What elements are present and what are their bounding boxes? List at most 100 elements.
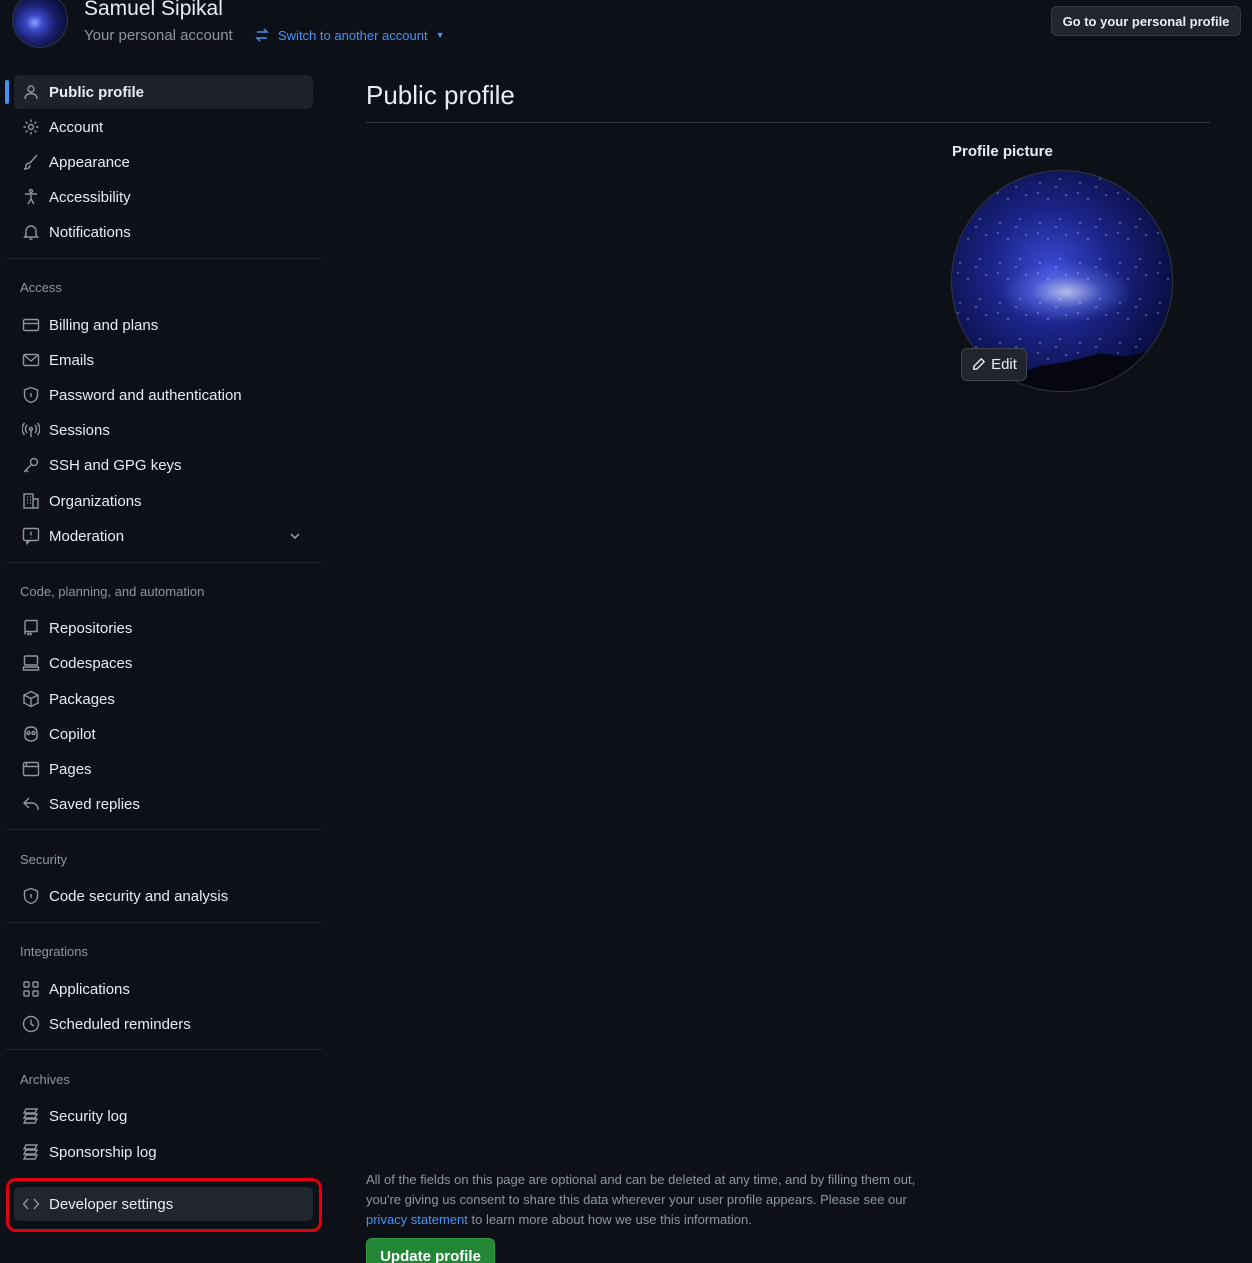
arrow-switch-icon [255,28,269,42]
mail-icon [22,351,40,369]
report-icon [22,527,40,545]
sidebar-item-label: Copilot [49,725,96,743]
bell-icon [22,223,40,241]
go-to-personal-profile-button[interactable]: Go to your personal profile [1051,6,1241,36]
sidebar-item-developer-settings[interactable]: Developer settings [14,1187,313,1221]
apps-icon [22,980,40,998]
credit-card-icon [22,316,40,334]
sidebar-item-label: Codespaces [49,654,133,672]
sidebar-item-label: Security log [49,1107,128,1125]
section-heading-security: Security [20,852,67,867]
edit-profile-picture-button[interactable]: Edit [961,348,1027,381]
page-title: Public profile [366,80,515,110]
key-icon [22,456,40,474]
organization-icon [22,492,40,510]
sidebar-divider [6,829,322,830]
sidebar-item-label: Sponsorship log [49,1143,157,1161]
sidebar-item-label: Emails [49,351,95,369]
broadcast-icon [22,421,40,439]
sidebar-item-label: Moderation [49,527,125,545]
sidebar-item-label: Scheduled reminders [49,1015,191,1033]
privacy-notice: All of the fields on this page are optio… [366,1170,918,1230]
sidebar-item-label: Accessibility [49,188,131,206]
sidebar-item-copilot[interactable]: Copilot [14,717,313,751]
pencil-icon [973,357,986,370]
account-header: Samuel Sipikal Your personal account Swi… [0,0,1252,60]
person-icon [22,83,40,101]
sidebar-item-label: Repositories [49,619,133,637]
sidebar-item-account[interactable]: Account [14,110,313,144]
sidebar-item-label: Applications [49,980,130,998]
sidebar-item-sessions[interactable]: Sessions [14,413,313,447]
clock-icon [22,1015,40,1033]
sidebar-item-label: Sessions [49,421,110,439]
sidebar-item-label: Code security and analysis [49,887,229,905]
sidebar-item-ssh-and-gpg-keys[interactable]: SSH and GPG keys [14,448,313,482]
switch-account-link[interactable]: Switch to another account ▼ [254,27,445,43]
sidebar-item-codespaces[interactable]: Codespaces [14,646,313,680]
sidebar-item-repositories[interactable]: Repositories [14,611,313,645]
sidebar-item-billing-and-plans[interactable]: Billing and plans [14,308,313,342]
sidebar-divider [6,922,322,923]
sidebar-item-label: Pages [49,760,92,778]
sidebar-item-label: Saved replies [49,795,140,813]
codespaces-icon [22,654,40,672]
privacy-statement-link[interactable]: privacy statement [366,1212,468,1227]
sidebar-item-emails[interactable]: Emails [14,343,313,377]
sidebar-item-label: Billing and plans [49,316,159,334]
caret-down-icon: ▼ [435,30,445,40]
log-icon [22,1107,40,1125]
sidebar-item-label: Packages [49,690,115,708]
sidebar-item-scheduled-reminders[interactable]: Scheduled reminders [14,1007,313,1041]
log-icon [22,1143,40,1161]
sidebar-item-public-profile[interactable]: Public profile [14,75,313,109]
sidebar-divider [6,562,322,563]
sidebar-item-pages[interactable]: Pages [14,752,313,786]
update-profile-button[interactable]: Update profile [366,1238,495,1263]
sidebar-divider [6,1049,322,1050]
sidebar-item-label: Developer settings [49,1195,174,1213]
sidebar-item-label: Public profile [49,83,145,101]
title-divider [366,122,1210,123]
reply-icon [22,795,40,813]
code-icon [22,1195,40,1213]
browser-icon [22,760,40,778]
section-heading-archives: Archives [20,1072,70,1087]
sidebar-item-label: Organizations [49,492,142,510]
chevron-down-icon[interactable] [287,528,303,548]
sidebar-item-label: Notifications [49,223,131,241]
edit-label: Edit [991,356,1017,373]
profile-picture-label: Profile picture [952,143,1053,160]
section-heading-integrations: Integrations [20,944,88,959]
repo-icon [22,619,40,637]
sidebar-item-applications[interactable]: Applications [14,972,313,1006]
shield-lock-icon [22,386,40,404]
sidebar-divider [6,258,322,259]
avatar[interactable] [12,0,68,48]
package-icon [22,690,40,708]
sidebar-item-label: Appearance [49,153,130,171]
sidebar-item-saved-replies[interactable]: Saved replies [14,787,313,821]
accessibility-icon [22,188,40,206]
paintbrush-icon [22,153,40,171]
sidebar-item-password-and-authentication[interactable]: Password and authentication [14,378,313,412]
account-subtitle: Your personal account [84,27,233,44]
switch-account-label: Switch to another account [278,27,428,43]
gear-icon [22,118,40,136]
sidebar-item-notifications[interactable]: Notifications [14,215,313,249]
sidebar-item-sponsorship-log[interactable]: Sponsorship log [14,1135,313,1169]
notice-text: All of the fields on this page are optio… [366,1172,916,1207]
section-heading-code: Code, planning, and automation [20,584,205,599]
sidebar-item-security-log[interactable]: Security log [14,1099,313,1133]
sidebar-item-moderation[interactable]: Moderation [14,519,313,553]
sidebar-item-organizations[interactable]: Organizations [14,484,313,518]
copilot-icon [22,725,40,743]
notice-text-end: to learn more about how we use this info… [467,1212,752,1227]
sidebar-item-accessibility[interactable]: Accessibility [14,180,313,214]
sidebar-item-label: Account [49,118,104,136]
sidebar-item-packages[interactable]: Packages [14,682,313,716]
shield-icon [22,887,40,905]
sidebar-item-label: SSH and GPG keys [49,456,182,474]
sidebar-item-appearance[interactable]: Appearance [14,145,313,179]
sidebar-item-code-security-and-analysis[interactable]: Code security and analysis [14,879,313,913]
